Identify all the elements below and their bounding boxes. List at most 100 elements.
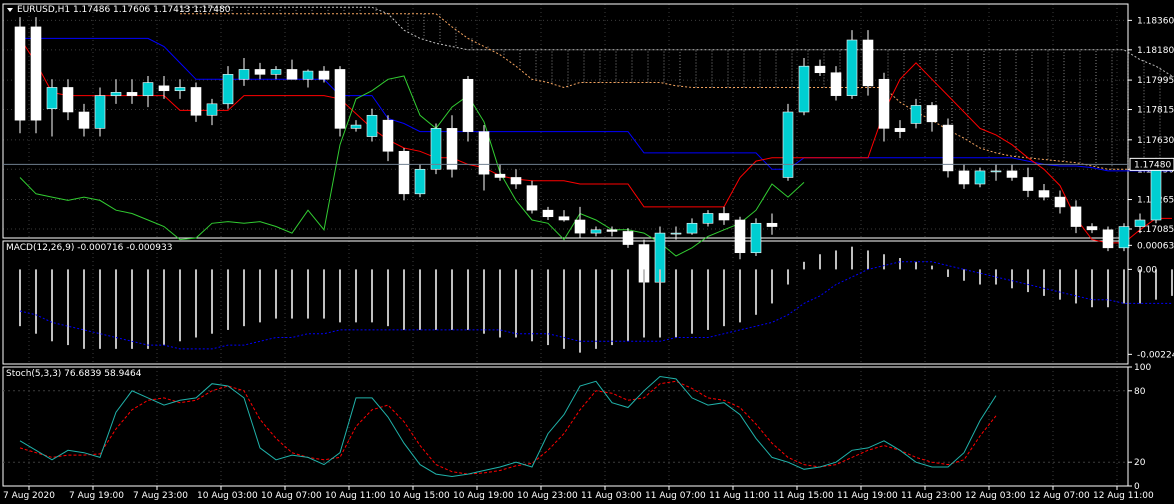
time-label: 11 Aug 19:00 — [837, 491, 898, 501]
candle-body — [238, 69, 250, 80]
candle-body — [462, 78, 474, 132]
candle-body — [1118, 226, 1130, 249]
stoch-tick-label: 20 — [1134, 458, 1146, 468]
candle-body — [1006, 170, 1018, 178]
candle-body — [606, 229, 618, 232]
candle-body — [126, 92, 138, 96]
price-tick-label: 1.17630 — [1137, 136, 1174, 146]
candle-body — [382, 119, 394, 152]
candle-body — [62, 87, 74, 113]
stoch-pane-frame[interactable] — [2, 366, 1129, 487]
candle-body — [206, 103, 218, 116]
price-tick-label: 1.18180 — [1137, 46, 1174, 56]
candle-body — [526, 185, 538, 211]
candle-body — [1102, 229, 1114, 249]
chart-menu-triangle-icon[interactable] — [7, 8, 13, 12]
chart-svg[interactable]: 1.18360 1.18180 1.17995 1.17815 1.17630 1.174… — [0, 0, 1174, 504]
candle-body — [222, 74, 234, 105]
candle-body — [286, 69, 298, 80]
candle-body — [1022, 177, 1034, 191]
price-tick-label: 1.17995 — [1137, 76, 1174, 86]
candle-body — [350, 124, 362, 129]
candle-body — [1038, 190, 1050, 198]
candle-body — [670, 232, 682, 235]
candle-body — [94, 95, 106, 129]
macd-tick-label: -0.002245 — [1137, 350, 1174, 360]
candle-body — [1150, 164, 1162, 221]
price-tick-label: 1.17815 — [1137, 106, 1174, 116]
candle-body — [814, 65, 826, 74]
macd-pane-frame[interactable] — [2, 240, 1129, 365]
candle-body — [414, 168, 426, 195]
candle-body — [334, 69, 346, 129]
candle-body — [46, 87, 58, 110]
candle-body — [30, 26, 42, 121]
time-label: 12 Aug 03:00 — [965, 491, 1026, 501]
candle-body — [990, 170, 1002, 173]
current-price-label: 1.17480 — [1134, 160, 1171, 170]
candle-body — [878, 78, 890, 129]
candle-body — [142, 82, 154, 96]
candle-body — [734, 219, 746, 254]
stoch-tick-label: 80 — [1134, 387, 1146, 397]
time-label: 10 Aug 23:00 — [517, 491, 578, 501]
candle-body — [622, 231, 634, 245]
candle-body — [974, 170, 986, 185]
candle-body — [766, 222, 778, 227]
time-label: 12 Aug 07:00 — [1029, 491, 1090, 501]
stoch-main-line — [19, 375, 997, 478]
time-label: 10 Aug 11:00 — [325, 491, 386, 501]
candle-body — [478, 131, 490, 175]
time-label: 11 Aug 23:00 — [901, 491, 962, 501]
candle-body — [1134, 219, 1146, 227]
time-label: 11 Aug 15:00 — [773, 491, 834, 501]
candle-body — [862, 39, 874, 87]
time-label: 11 Aug 11:00 — [709, 491, 770, 501]
candle-body — [782, 111, 794, 178]
candle-body — [558, 216, 570, 221]
stoch-tick-label: 100 — [1134, 363, 1151, 373]
candle-body — [830, 72, 842, 96]
candle-body — [494, 173, 506, 178]
time-label: 10 Aug 19:00 — [453, 491, 514, 501]
candle-body — [190, 87, 202, 116]
stoch-header: Stoch(5,3,3) 76.6839 58.9464 — [6, 369, 142, 379]
candle-body — [158, 85, 170, 92]
candle-body — [542, 209, 554, 218]
time-label: 10 Aug 03:00 — [197, 491, 258, 501]
tenkan-sen-line — [19, 38, 1172, 244]
time-label: 11 Aug 07:00 — [645, 491, 706, 501]
candle-body — [1086, 226, 1098, 231]
candle-body — [302, 70, 314, 80]
candle-body — [110, 92, 122, 96]
time-label: 7 Aug 23:00 — [133, 491, 188, 501]
candle-body — [174, 87, 186, 92]
candle-body — [510, 177, 522, 185]
candle-body — [1054, 196, 1066, 208]
price-tick-label: 1.18360 — [1137, 16, 1174, 26]
macd-histogram — [19, 246, 1173, 353]
time-label: 7 Aug 19:00 — [69, 491, 124, 501]
candle-body — [1070, 206, 1082, 227]
chart-window[interactable]: 1.18360 1.18180 1.17995 1.17815 1.17630 1.174… — [0, 0, 1174, 504]
stoch-signal-line — [19, 380, 997, 475]
candle-body — [846, 39, 858, 96]
candle-body — [398, 150, 410, 195]
macd-header: MACD(12,26,9) -0.000716 -0.000933 — [6, 243, 172, 253]
candle-body — [574, 219, 586, 234]
main-pane-frame[interactable] — [2, 3, 1129, 239]
candle-body — [590, 229, 602, 234]
candle-body — [894, 128, 906, 132]
candle-body — [926, 105, 938, 123]
macd-tick-label: 0.000635 — [1137, 241, 1174, 251]
macd-tick-label: 0.00 — [1137, 265, 1157, 275]
candle-body — [750, 222, 762, 254]
candle-body — [958, 170, 970, 185]
candle-body — [718, 213, 730, 221]
time-label: 10 Aug 15:00 — [389, 491, 450, 501]
time-label: 12 Aug 11:00 — [1093, 491, 1154, 501]
senkou-span-a-line — [180, 13, 1174, 170]
candle-body — [14, 26, 26, 121]
symbol-header: EURUSD,H1 1.17486 1.17606 1.17413 1.1748… — [17, 5, 231, 15]
candle-body — [318, 70, 330, 80]
